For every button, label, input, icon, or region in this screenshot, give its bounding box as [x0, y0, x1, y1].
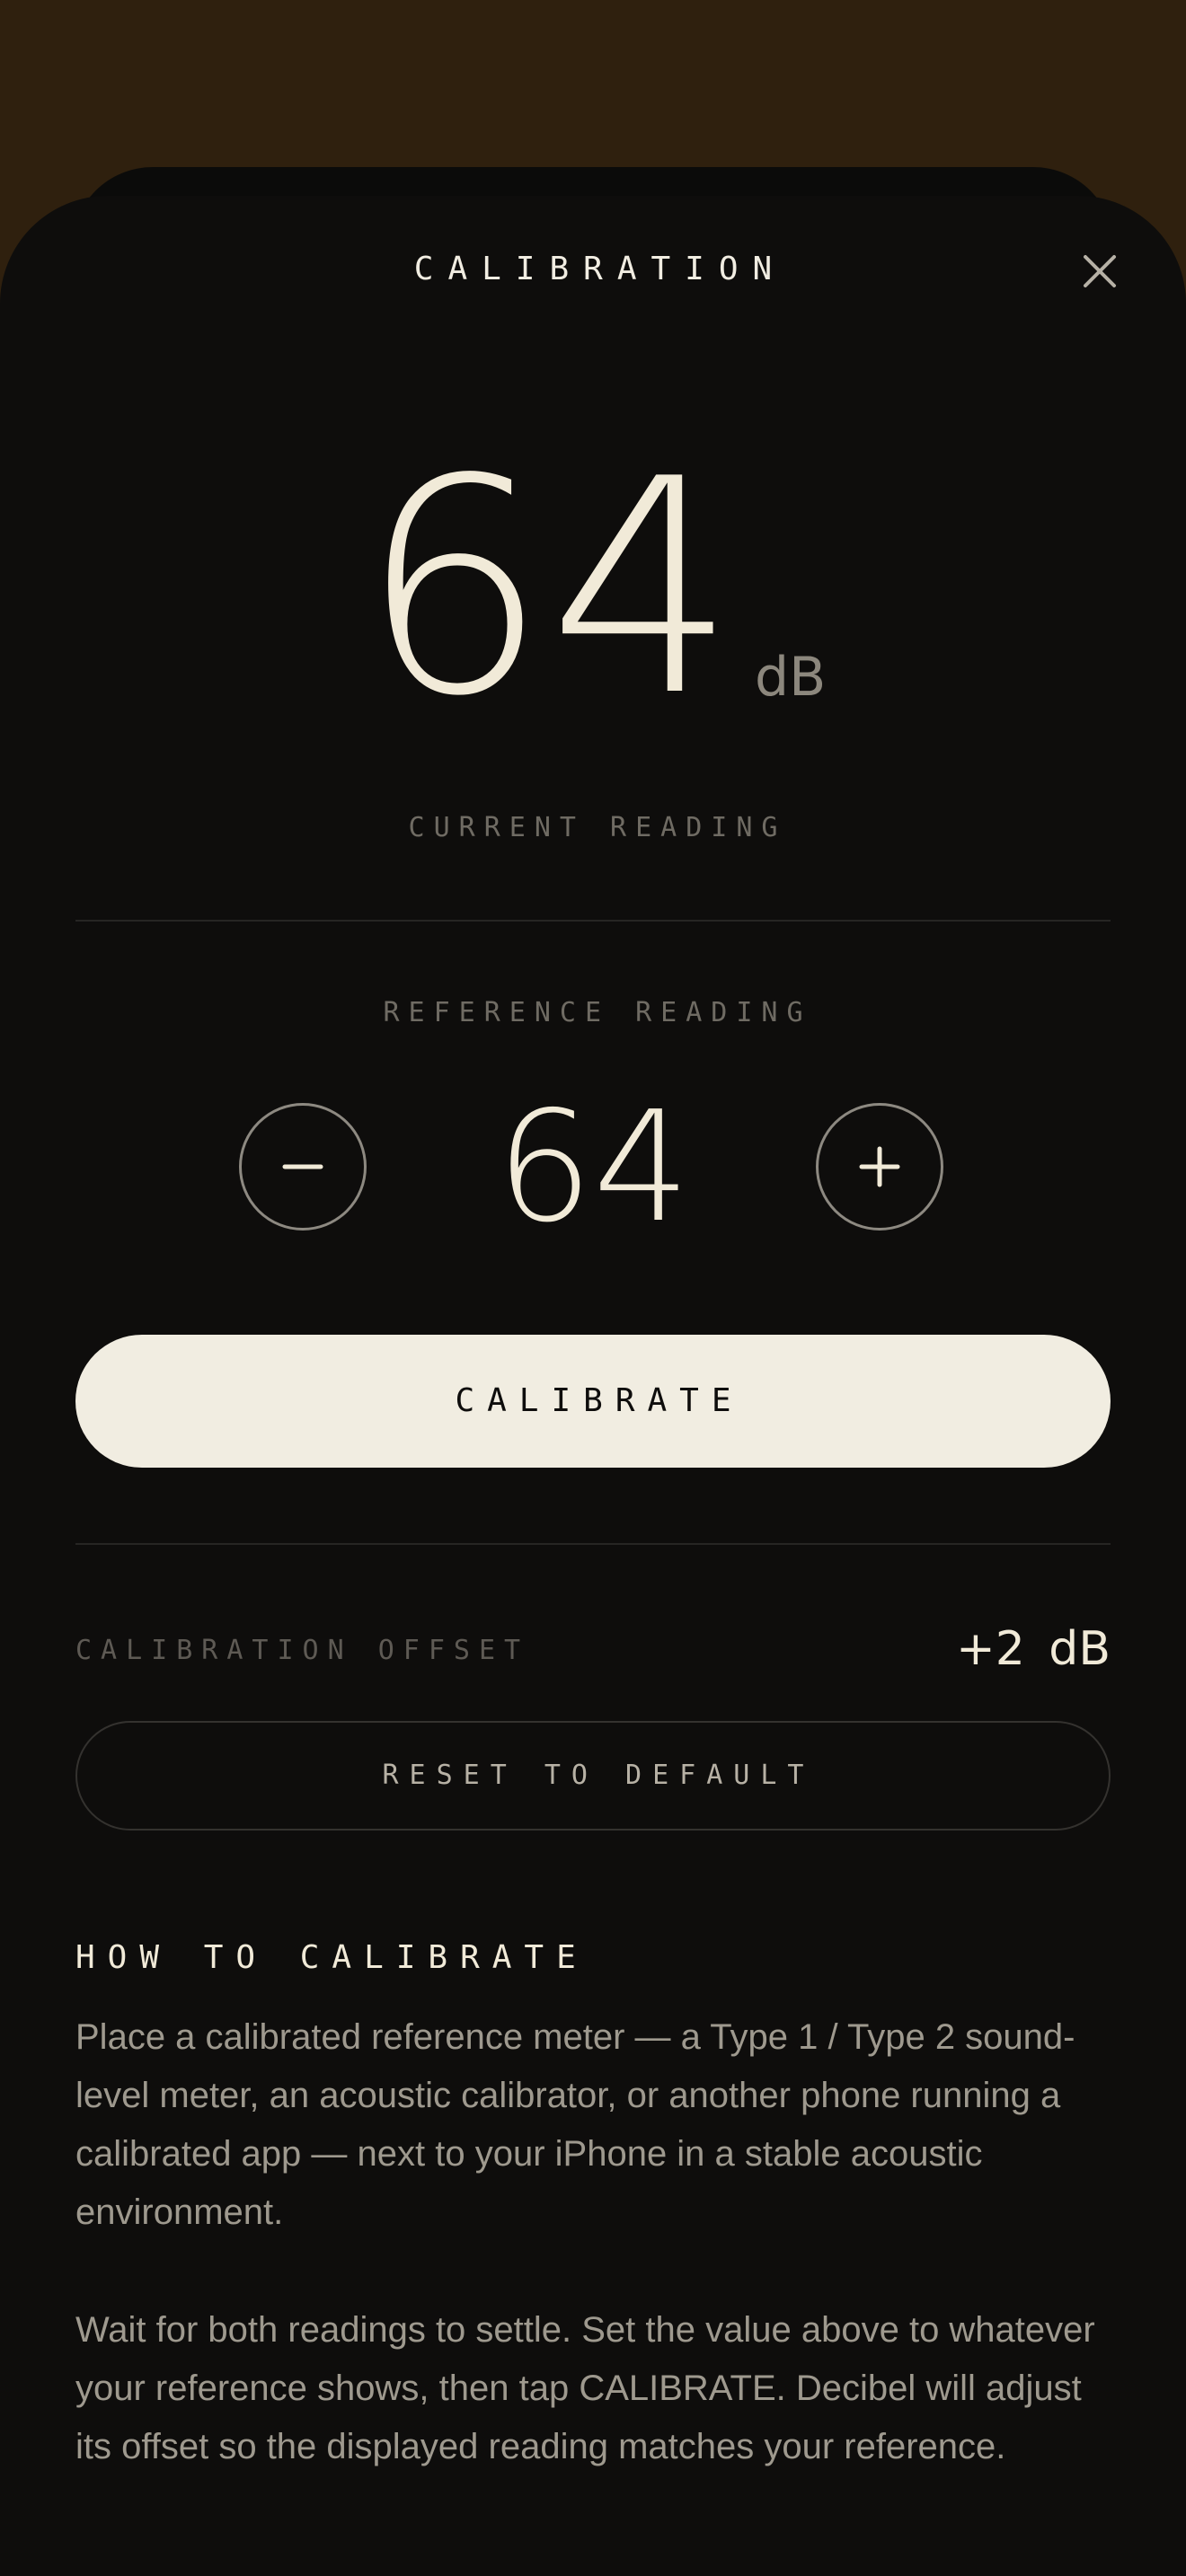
- current-reading-unit: dB: [755, 646, 827, 709]
- calibration-offset-value: +2 dB: [956, 1622, 1111, 1676]
- sheet-title: CALIBRATION: [413, 251, 787, 287]
- current-reading-display: 64 dB: [0, 440, 1186, 737]
- current-reading-value: 64: [359, 416, 737, 761]
- how-to-calibrate-title: HOW TO CALIBRATE: [75, 1939, 589, 1976]
- instructions-paragraph-2: Wait for both readings to settle. Set th…: [75, 2310, 1095, 2466]
- current-reading-caption: CURRENT READING: [408, 812, 787, 843]
- minus-icon: [282, 1164, 323, 1169]
- close-icon: [1084, 255, 1116, 287]
- reference-reading-value: 64: [495, 1079, 691, 1257]
- instructions-paragraph-1: Place a calibrated reference meter — a T…: [75, 2017, 1075, 2232]
- close-button[interactable]: [1076, 248, 1123, 295]
- plus-icon: [859, 1146, 900, 1187]
- divider: [75, 920, 1111, 922]
- decrement-button[interactable]: [239, 1103, 367, 1231]
- reference-reading-caption: REFERENCE READING: [383, 997, 812, 1028]
- divider: [75, 1543, 1111, 1545]
- calibration-offset-label: CALIBRATION OFFSET: [75, 1635, 530, 1666]
- reset-to-default-button[interactable]: RESET TO DEFAULT: [75, 1721, 1111, 1831]
- calibrate-button[interactable]: CALIBRATE: [75, 1335, 1111, 1468]
- increment-button[interactable]: [816, 1103, 943, 1231]
